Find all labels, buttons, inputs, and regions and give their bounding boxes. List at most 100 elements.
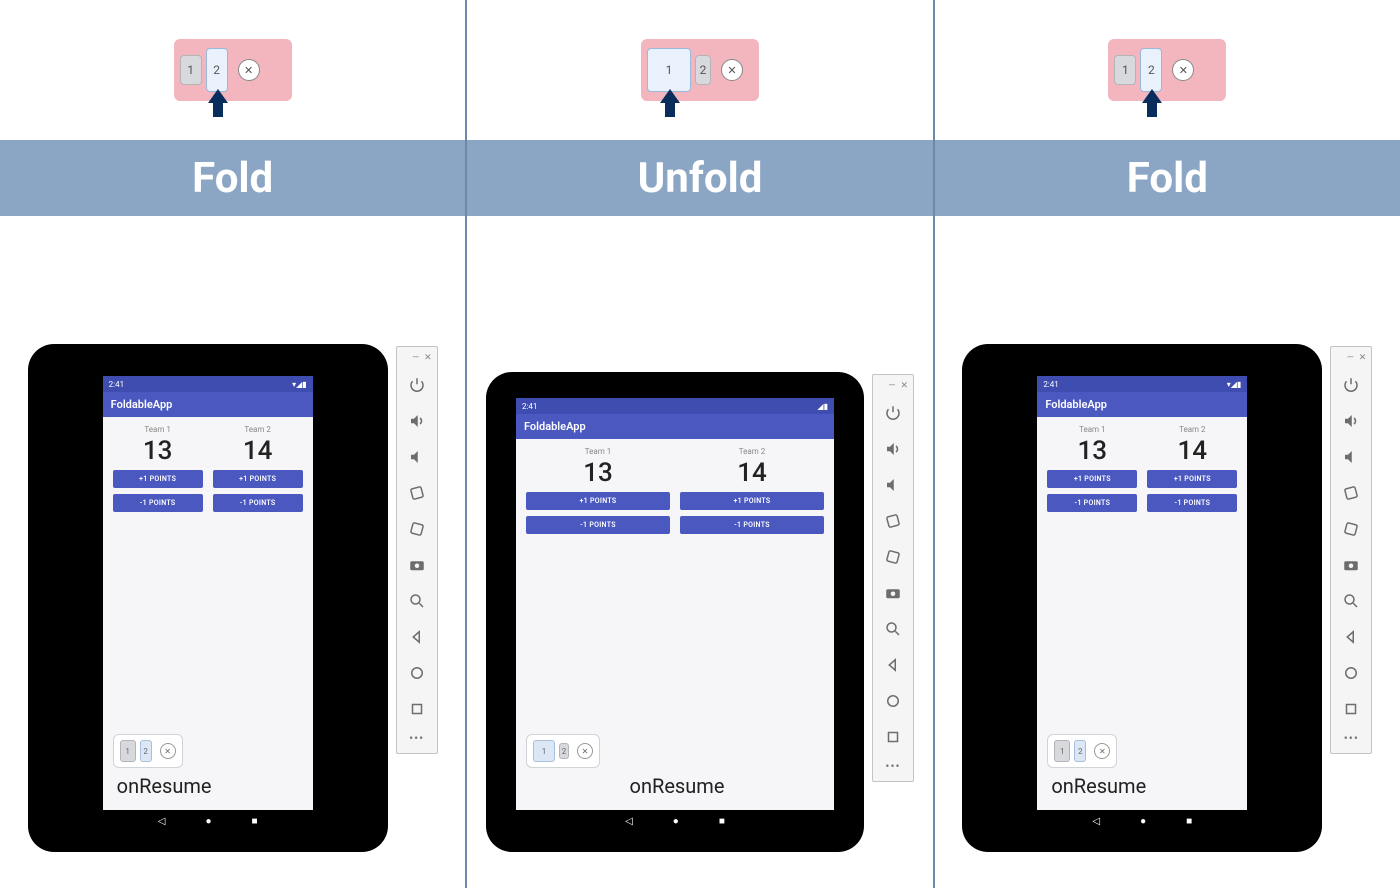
team1-score: 13: [526, 458, 670, 488]
fold-mini-selector: 1 2 ✕: [526, 734, 600, 768]
team1-plus-button[interactable]: +1 POINTS: [113, 470, 203, 488]
back-icon[interactable]: ◁: [158, 816, 166, 827]
rotate-left-icon[interactable]: [397, 475, 437, 511]
minimize-icon[interactable]: —: [1347, 353, 1354, 363]
team2-score: 14: [680, 458, 824, 488]
recent-icon[interactable]: [873, 719, 913, 755]
back-icon[interactable]: [397, 619, 437, 655]
power-icon[interactable]: [397, 367, 437, 403]
team2-plus-button[interactable]: +1 POINTS: [213, 470, 303, 488]
power-icon[interactable]: [1331, 367, 1371, 403]
volume-down-icon[interactable]: [873, 467, 913, 503]
team1-plus-button[interactable]: +1 POINTS: [1047, 470, 1137, 488]
more-icon[interactable]: •••: [873, 755, 913, 777]
close-icon[interactable]: ✕: [424, 353, 432, 363]
signal-icon: ▾◢▮: [292, 380, 307, 389]
fold-key-1[interactable]: 1: [1114, 55, 1136, 85]
close-icon[interactable]: ✕: [721, 59, 743, 81]
close-icon[interactable]: ✕: [160, 743, 176, 759]
recent-icon[interactable]: ■: [1186, 816, 1192, 827]
team2-label: Team 2: [213, 425, 303, 434]
team2-minus-button[interactable]: -1 POINTS: [213, 494, 303, 512]
close-icon[interactable]: ✕: [1172, 59, 1194, 81]
team2-minus-button[interactable]: -1 POINTS: [1147, 494, 1237, 512]
fold-key-1-selected[interactable]: 1: [647, 48, 691, 92]
mini-key-1[interactable]: 1: [1054, 740, 1070, 762]
camera-icon[interactable]: [873, 575, 913, 611]
home-icon[interactable]: ●: [1140, 816, 1146, 827]
minimize-icon[interactable]: —: [412, 353, 419, 363]
rotate-right-icon[interactable]: [1331, 511, 1371, 547]
zoom-icon[interactable]: [1331, 583, 1371, 619]
team1-minus-button[interactable]: -1 POINTS: [526, 516, 670, 534]
mini-key-2[interactable]: 2: [1074, 740, 1086, 762]
mini-key-2[interactable]: 2: [140, 740, 152, 762]
fold-key-2-selected[interactable]: 2: [206, 48, 228, 92]
team1-label: Team 1: [526, 447, 670, 456]
team2-label: Team 2: [680, 447, 824, 456]
diagram-devices-row: 2:41 ▾◢▮ FoldableApp Team 1 13 Team: [0, 216, 1400, 888]
minimize-icon[interactable]: —: [888, 381, 895, 391]
camera-icon[interactable]: [1331, 547, 1371, 583]
fold-key-2-selected[interactable]: 2: [1140, 48, 1162, 92]
close-icon[interactable]: ✕: [577, 743, 593, 759]
zoom-icon[interactable]: [397, 583, 437, 619]
volume-up-icon[interactable]: [397, 403, 437, 439]
rotate-right-icon[interactable]: [873, 539, 913, 575]
back-icon[interactable]: ◁: [625, 816, 633, 827]
camera-icon[interactable]: [397, 547, 437, 583]
home-icon[interactable]: [873, 683, 913, 719]
recent-icon[interactable]: ■: [252, 816, 258, 827]
status-bar: 2:41 ▾◢▮: [103, 376, 313, 392]
home-icon[interactable]: [397, 655, 437, 691]
team1-label: Team 1: [1047, 425, 1137, 434]
back-icon[interactable]: [873, 647, 913, 683]
close-icon[interactable]: ✕: [1359, 353, 1367, 363]
team2-plus-button[interactable]: +1 POINTS: [1147, 470, 1237, 488]
mini-key-2[interactable]: 2: [559, 743, 569, 759]
power-icon[interactable]: [873, 395, 913, 431]
status-bar: 2:41 ◢▮: [516, 398, 834, 414]
zoom-icon[interactable]: [873, 611, 913, 647]
volume-down-icon[interactable]: [1331, 439, 1371, 475]
team2-minus-button[interactable]: -1 POINTS: [680, 516, 824, 534]
recent-icon[interactable]: [1331, 691, 1371, 727]
close-icon[interactable]: ✕: [238, 59, 260, 81]
team1-minus-button[interactable]: -1 POINTS: [1047, 494, 1137, 512]
rotate-left-icon[interactable]: [1331, 475, 1371, 511]
column-title-1: Fold: [0, 140, 467, 216]
rotate-left-icon[interactable]: [873, 503, 913, 539]
more-icon[interactable]: •••: [1331, 727, 1371, 749]
home-icon[interactable]: [1331, 655, 1371, 691]
emulator-toolbar-col3: — ✕ •••: [1330, 346, 1372, 754]
more-icon[interactable]: •••: [397, 727, 437, 749]
team1-minus-button[interactable]: -1 POINTS: [113, 494, 203, 512]
team1-plus-button[interactable]: +1 POINTS: [526, 492, 670, 510]
fold-selector-col2: 1 2 ✕: [641, 39, 759, 101]
android-nav-bar: ◁ ● ■: [103, 810, 313, 832]
recent-icon[interactable]: [397, 691, 437, 727]
fold-key-2[interactable]: 2: [695, 55, 711, 85]
mini-key-1[interactable]: 1: [120, 740, 136, 762]
close-icon[interactable]: ✕: [900, 381, 908, 391]
fold-key-1[interactable]: 1: [180, 55, 202, 85]
emulator-device-col3: 2:41 ▾◢▮ FoldableApp Team 1 13 Team: [962, 344, 1322, 852]
emulator-toolbar-col1: — ✕ •••: [396, 346, 438, 754]
back-icon[interactable]: [1331, 619, 1371, 655]
volume-up-icon[interactable]: [1331, 403, 1371, 439]
mini-key-1[interactable]: 1: [533, 740, 555, 762]
team1-score: 13: [1047, 436, 1137, 466]
team2-plus-button[interactable]: +1 POINTS: [680, 492, 824, 510]
lifecycle-label: onResume: [1051, 774, 1237, 798]
signal-icon: ◢▮: [817, 402, 828, 411]
rotate-right-icon[interactable]: [397, 511, 437, 547]
volume-up-icon[interactable]: [873, 431, 913, 467]
home-icon[interactable]: ●: [673, 816, 679, 827]
recent-icon[interactable]: ■: [719, 816, 725, 827]
app-title-bar: FoldableApp: [103, 392, 313, 417]
emulator-device-col2: 2:41 ◢▮ FoldableApp Team 1 13 Team: [486, 372, 864, 852]
home-icon[interactable]: ●: [205, 816, 211, 827]
close-icon[interactable]: ✕: [1094, 743, 1110, 759]
volume-down-icon[interactable]: [397, 439, 437, 475]
back-icon[interactable]: ◁: [1092, 816, 1100, 827]
